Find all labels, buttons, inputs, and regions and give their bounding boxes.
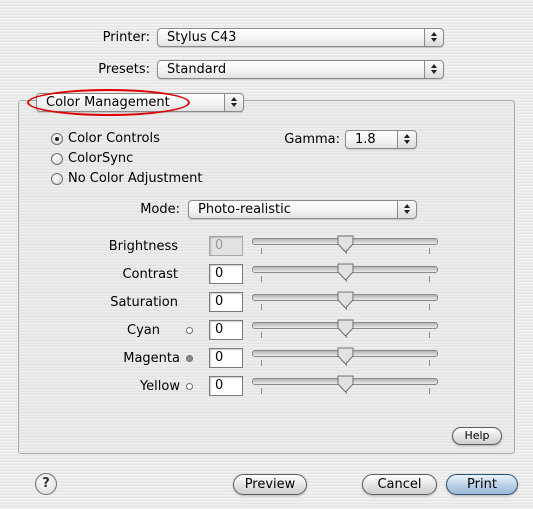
- mode-value: Photo-realistic: [198, 202, 291, 217]
- saturation-field[interactable]: 0: [209, 292, 243, 312]
- yellow-field[interactable]: 0: [209, 376, 243, 396]
- popup-arrows-icon: [397, 131, 416, 148]
- magenta-slider[interactable]: [252, 347, 438, 371]
- cancel-button[interactable]: Cancel: [362, 474, 437, 495]
- slider-tick: [429, 248, 430, 254]
- slider-tick: [261, 332, 262, 338]
- slider-thumb[interactable]: [337, 291, 354, 309]
- saturation-label: Saturation: [110, 295, 178, 310]
- slider-thumb[interactable]: [337, 319, 354, 337]
- gamma-value: 1.8: [355, 132, 376, 147]
- contrast-label: Contrast: [122, 267, 178, 282]
- mode-label: Mode:: [140, 202, 180, 217]
- mode-popup[interactable]: Photo-realistic: [188, 200, 417, 219]
- popup-arrows-icon: [424, 61, 443, 78]
- brightness-slider[interactable]: [252, 235, 438, 259]
- help-button[interactable]: Help: [452, 427, 502, 445]
- slider-tick: [261, 248, 262, 254]
- slider-thumb[interactable]: [337, 375, 354, 393]
- radio-circle-icon: [51, 153, 63, 165]
- presets-label: Presets:: [98, 62, 150, 77]
- yellow-indicator-icon: [186, 383, 193, 390]
- contrast-slider[interactable]: [252, 263, 438, 287]
- slider-tick: [261, 360, 262, 366]
- contrast-field[interactable]: 0: [209, 264, 243, 284]
- saturation-slider[interactable]: [252, 291, 438, 315]
- slider-thumb[interactable]: [337, 235, 354, 253]
- printer-popup[interactable]: Stylus C43: [157, 28, 444, 47]
- magenta-field[interactable]: 0: [209, 348, 243, 368]
- brightness-label: Brightness: [108, 239, 178, 254]
- yellow-label: Yellow: [139, 379, 180, 394]
- brightness-field[interactable]: 0: [209, 236, 243, 256]
- help-icon[interactable]: ?: [35, 473, 57, 495]
- popup-arrows-icon: [424, 29, 443, 46]
- slider-tick: [429, 388, 430, 394]
- popup-arrows-icon: [224, 94, 243, 111]
- printer-value: Stylus C43: [167, 30, 237, 45]
- gamma-popup[interactable]: 1.8: [345, 130, 417, 149]
- slider-tick: [261, 276, 262, 282]
- cyan-slider[interactable]: [252, 319, 438, 343]
- magenta-indicator-icon: [186, 355, 193, 362]
- slider-thumb[interactable]: [337, 263, 354, 281]
- slider-tick: [429, 276, 430, 282]
- radio-label: No Color Adjustment: [68, 171, 203, 186]
- radio-label: Color Controls: [68, 131, 160, 146]
- printer-label: Printer:: [102, 30, 150, 45]
- preview-button[interactable]: Preview: [233, 474, 307, 495]
- slider-thumb[interactable]: [337, 347, 354, 365]
- slider-tick: [261, 304, 262, 310]
- cyan-field[interactable]: 0: [209, 320, 243, 340]
- slider-tick: [429, 332, 430, 338]
- slider-tick: [261, 388, 262, 394]
- cyan-indicator-icon: [186, 327, 193, 334]
- gamma-label: Gamma:: [284, 132, 340, 147]
- presets-value: Standard: [167, 62, 227, 77]
- presets-popup[interactable]: Standard: [157, 60, 444, 79]
- radio-label: ColorSync: [68, 151, 134, 166]
- print-button[interactable]: Print: [446, 474, 518, 495]
- radio-circle-icon: [51, 133, 63, 145]
- slider-tick: [429, 304, 430, 310]
- popup-arrows-icon: [397, 201, 416, 218]
- highlight-ellipse: [27, 89, 190, 116]
- cyan-label: Cyan: [127, 323, 160, 338]
- radio-circle-icon: [51, 173, 63, 185]
- slider-tick: [429, 360, 430, 366]
- yellow-slider[interactable]: [252, 375, 438, 399]
- magenta-label: Magenta: [123, 351, 180, 366]
